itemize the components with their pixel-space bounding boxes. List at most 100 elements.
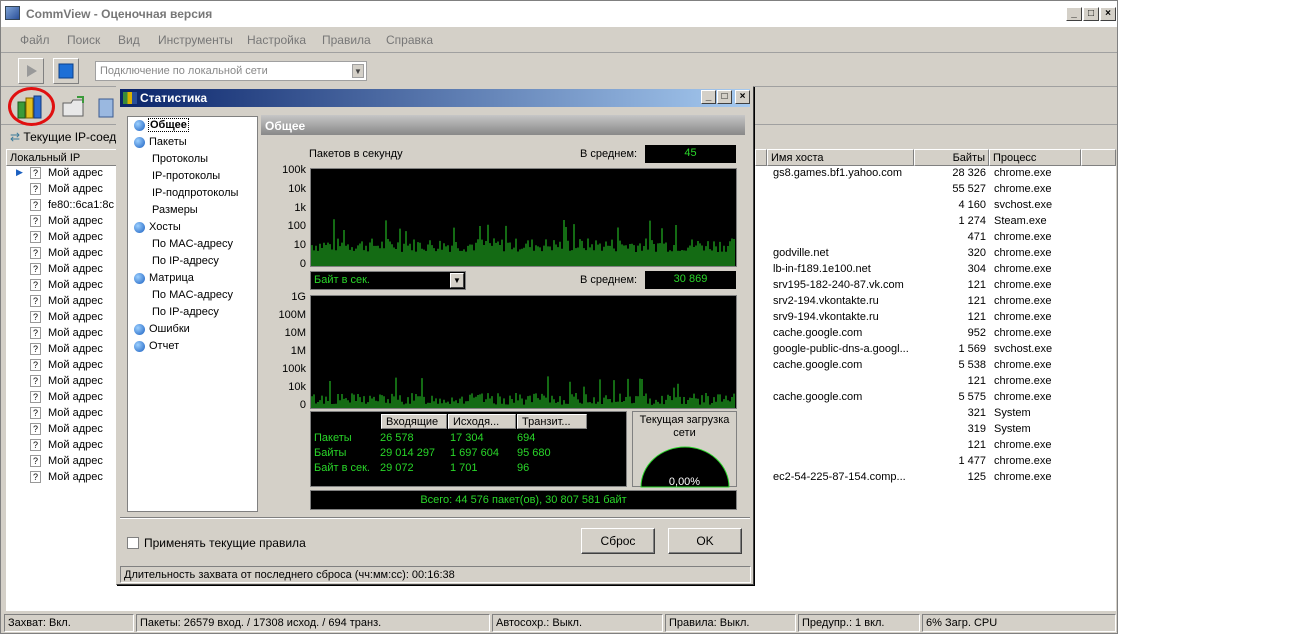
cell-process: svchost.exe bbox=[994, 343, 1053, 355]
y-tick-label: 10k bbox=[288, 381, 306, 393]
row-mark: ? bbox=[30, 199, 41, 211]
cell-process: chrome.exe bbox=[994, 183, 1052, 195]
tree-item-label: Общее bbox=[148, 118, 189, 132]
cell-bytes: 471 bbox=[967, 231, 986, 243]
dialog-title-bar: Статистика _ □ × bbox=[120, 89, 750, 107]
cell-bytes: 1 569 bbox=[958, 343, 986, 355]
cell-process: Steam.exe bbox=[994, 215, 1047, 227]
col-outgoing: Исходя... bbox=[448, 414, 516, 429]
status-bar: Захват: Вкл. Пакеты: 26579 вход. / 17308… bbox=[1, 613, 1117, 633]
cell-process: chrome.exe bbox=[994, 295, 1052, 307]
unit-select[interactable]: Байт в сек. ▼ bbox=[310, 271, 466, 290]
tree-item-label: По IP-адресу bbox=[152, 306, 219, 318]
globe-icon bbox=[134, 221, 145, 233]
play-icon bbox=[27, 65, 37, 77]
minimize-button[interactable]: _ bbox=[1066, 7, 1082, 21]
open-folder-icon[interactable] bbox=[61, 95, 87, 119]
tree-item[interactable]: Ошибки bbox=[134, 323, 190, 335]
tree-item[interactable]: По IP-адресу bbox=[152, 255, 219, 267]
menu-view[interactable]: Вид bbox=[118, 33, 140, 47]
cell-process: chrome.exe bbox=[994, 471, 1052, 483]
tree-item[interactable]: По MAC-адресу bbox=[152, 289, 233, 301]
cell-process: System bbox=[994, 423, 1031, 435]
col-incoming: Входящие bbox=[381, 414, 447, 429]
ok-button[interactable]: OK bbox=[668, 528, 742, 554]
traffic-cell-name: Байт в сек. bbox=[314, 462, 370, 474]
tree-item[interactable]: Протоколы bbox=[152, 153, 208, 165]
apply-rules-checkbox[interactable] bbox=[127, 537, 139, 549]
cell-local-ip: Мой адрес bbox=[48, 471, 103, 483]
tree-item[interactable]: Размеры bbox=[152, 204, 198, 216]
dialog-close-button[interactable]: × bbox=[735, 90, 750, 104]
stop-capture-button[interactable] bbox=[53, 58, 79, 84]
menu-help[interactable]: Справка bbox=[386, 33, 433, 47]
adapter-select[interactable]: Подключение по локальной сети ▼ bbox=[95, 61, 367, 81]
cell-local-ip: Мой адрес bbox=[48, 455, 103, 467]
y-tick-label: 100M bbox=[278, 309, 306, 321]
menu-tools[interactable]: Инструменты bbox=[158, 33, 233, 47]
tree-item[interactable]: Отчет bbox=[134, 340, 179, 352]
col-transit: Транзит... bbox=[517, 414, 587, 429]
tree-item[interactable]: Пакеты bbox=[134, 136, 187, 148]
apply-rules-label: Применять текущие правила bbox=[144, 536, 306, 550]
tree-item-label: По IP-адресу bbox=[152, 255, 219, 267]
column-bytes[interactable]: Байты bbox=[914, 149, 989, 166]
start-capture-button[interactable] bbox=[18, 58, 44, 84]
tree-item[interactable]: IP-подпротоколы bbox=[152, 187, 238, 199]
y-tick-label: 0 bbox=[299, 399, 306, 411]
traffic-cell-tr: 95 680 bbox=[517, 447, 551, 459]
tree-item-label: По MAC-адресу bbox=[152, 289, 233, 301]
row-mark: ? bbox=[30, 215, 41, 227]
close-button[interactable]: × bbox=[1100, 7, 1116, 21]
menu-settings[interactable]: Настройка bbox=[247, 33, 306, 47]
cell-process: chrome.exe bbox=[994, 439, 1052, 451]
cell-bytes: 304 bbox=[967, 263, 986, 275]
maximize-button[interactable]: □ bbox=[1083, 7, 1099, 21]
menu-file[interactable]: Файл bbox=[20, 33, 50, 47]
tree-item[interactable]: Общее bbox=[134, 118, 189, 132]
tree-item[interactable]: По MAC-адресу bbox=[152, 238, 233, 250]
save-icon[interactable] bbox=[97, 97, 117, 119]
dialog-minimize-button[interactable]: _ bbox=[701, 90, 716, 104]
cell-process: svchost.exe bbox=[994, 199, 1053, 211]
tree-item[interactable]: По IP-адресу bbox=[152, 306, 219, 318]
dialog-maximize-button[interactable]: □ bbox=[717, 90, 732, 104]
cell-process: chrome.exe bbox=[994, 167, 1052, 179]
menu-search[interactable]: Поиск bbox=[67, 33, 100, 47]
row-mark: ? bbox=[30, 327, 41, 339]
tree-item[interactable]: IP-протоколы bbox=[152, 170, 220, 182]
cell-bytes: 4 160 bbox=[958, 199, 986, 211]
cell-local-ip: Мой адрес bbox=[48, 167, 103, 179]
stats-tree: Общее Пакеты Протоколы IP-протоколы IP-подпр… bbox=[127, 116, 258, 512]
menu-rules[interactable]: Правила bbox=[322, 33, 371, 47]
status-packets: Пакеты: 26579 вход. / 17308 исход. / 694… bbox=[136, 614, 490, 632]
traffic-cell-out: 1 701 bbox=[450, 462, 478, 474]
tree-item[interactable]: Матрица bbox=[134, 272, 194, 284]
cell-process: System bbox=[994, 407, 1031, 419]
total-summary: Всего: 44 576 пакет(ов), 30 807 581 байт bbox=[310, 490, 737, 510]
traffic-cell-name: Байты bbox=[314, 447, 347, 459]
column-process[interactable]: Процесс bbox=[989, 149, 1081, 166]
cell-local-ip: Мой адрес bbox=[48, 295, 103, 307]
globe-icon bbox=[134, 136, 145, 148]
load-value: 0,00% bbox=[668, 476, 701, 488]
tree-item-label: Размеры bbox=[152, 204, 198, 216]
column-hostname[interactable]: Имя хоста bbox=[767, 149, 914, 166]
cell-hostname: lb-in-f189.1e100.net bbox=[773, 263, 871, 275]
cell-local-ip: fe80::6ca1:8c bbox=[48, 199, 115, 211]
traffic-cell-out: 17 304 bbox=[450, 432, 484, 444]
reset-button[interactable]: Сброс bbox=[581, 528, 655, 554]
cell-bytes: 1 477 bbox=[958, 455, 986, 467]
y-tick-label: 10k bbox=[288, 182, 306, 195]
y-tick-label: 0 bbox=[299, 258, 306, 270]
cell-local-ip: Мой адрес bbox=[48, 311, 103, 323]
cell-local-ip: Мой адрес bbox=[48, 279, 103, 291]
tree-item-label: Ошибки bbox=[149, 323, 190, 335]
cell-local-ip: Мой адрес bbox=[48, 407, 103, 419]
y-tick-label: 1k bbox=[294, 201, 306, 214]
tab-ip-connections[interactable]: ⇄ Текущие IP-соед bbox=[6, 127, 120, 147]
connections-icon: ⇄ bbox=[10, 130, 21, 144]
tree-item[interactable]: Хосты bbox=[134, 221, 181, 233]
cell-process: chrome.exe bbox=[994, 359, 1052, 371]
y-tick-label: 100k bbox=[282, 164, 306, 176]
